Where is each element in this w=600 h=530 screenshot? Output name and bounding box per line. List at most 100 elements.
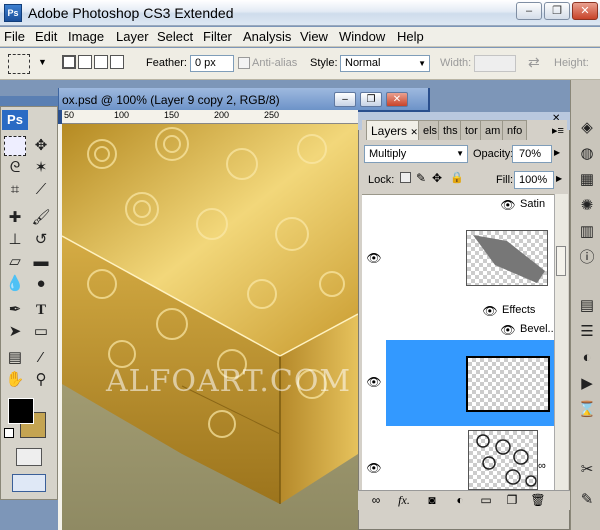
- pen-icon[interactable]: ✒: [4, 300, 26, 320]
- menu-image[interactable]: Image: [68, 29, 104, 44]
- blur-icon[interactable]: 💧: [4, 274, 26, 294]
- link-layers-icon[interactable]: ∞: [368, 493, 384, 507]
- channels-icon[interactable]: ☰: [577, 322, 597, 342]
- default-colors-icon[interactable]: [4, 428, 14, 438]
- foreground-color-swatch[interactable]: [8, 398, 34, 424]
- menu-edit[interactable]: Edit: [35, 29, 57, 44]
- lock-all-icon[interactable]: 🔒: [450, 171, 464, 184]
- swatches-icon[interactable]: ◈: [577, 118, 597, 138]
- effects-label[interactable]: Effects: [502, 304, 535, 316]
- tab-paths[interactable]: ths: [438, 120, 463, 140]
- tab-close-icon[interactable]: ✕: [410, 127, 418, 137]
- layers-icon[interactable]: ▤: [577, 296, 597, 316]
- gradient-icon[interactable]: ▬: [30, 252, 52, 272]
- maximize-button[interactable]: ❐: [544, 2, 570, 20]
- magic-wand-icon[interactable]: ✶: [30, 158, 52, 178]
- shape-icon[interactable]: ▭: [30, 322, 52, 342]
- effect-satin[interactable]: Satin: [520, 198, 545, 210]
- quick-mask-icon[interactable]: [16, 448, 42, 466]
- type-icon[interactable]: T: [30, 300, 52, 320]
- color-icon[interactable]: ◍: [577, 144, 597, 164]
- brush-icon[interactable]: 🖌: [30, 208, 52, 228]
- fill-slider-icon[interactable]: ▶: [556, 174, 562, 183]
- menu-file[interactable]: File: [4, 29, 25, 44]
- info-icon[interactable]: ⓘ: [577, 248, 597, 268]
- chevron-down-icon[interactable]: ▼: [38, 57, 47, 67]
- lock-position-icon[interactable]: ✥: [432, 171, 442, 185]
- close-button[interactable]: ✕: [572, 2, 598, 20]
- width-input[interactable]: [474, 55, 516, 72]
- adjustment-layer-icon[interactable]: ◐: [452, 493, 468, 507]
- history-icon[interactable]: ⌛: [577, 400, 597, 420]
- document-canvas[interactable]: [62, 124, 358, 530]
- doc-close-button[interactable]: ✕: [386, 92, 408, 107]
- delete-layer-icon[interactable]: 🗑: [530, 493, 546, 507]
- menu-layer[interactable]: Layer: [116, 29, 149, 44]
- opacity-input[interactable]: 70%: [512, 145, 552, 163]
- eye-icon[interactable]: 👁: [482, 305, 498, 317]
- marquee-icon[interactable]: [4, 136, 26, 156]
- slice-icon[interactable]: ⟋: [30, 180, 52, 200]
- lock-transparency-icon[interactable]: [400, 172, 411, 183]
- subtract-selection-icon[interactable]: [94, 55, 108, 69]
- fill-input[interactable]: 100%: [514, 171, 554, 189]
- lasso-icon[interactable]: ᘓ: [4, 158, 26, 178]
- brushes-icon[interactable]: ✎: [577, 490, 597, 510]
- notes-icon[interactable]: ▤: [4, 348, 26, 368]
- path-select-icon[interactable]: ➤: [4, 322, 26, 342]
- doc-maximize-button[interactable]: ❐: [360, 92, 382, 107]
- zoom-icon[interactable]: ⚲: [30, 370, 52, 390]
- add-selection-icon[interactable]: [78, 55, 92, 69]
- hand-icon[interactable]: ✋: [4, 370, 26, 390]
- add-mask-icon[interactable]: ◙: [424, 493, 440, 507]
- effect-bevel[interactable]: Bevel...: [520, 323, 557, 335]
- menu-window[interactable]: Window: [339, 29, 385, 44]
- fx-icon[interactable]: fx.: [396, 493, 412, 507]
- tab-info[interactable]: nfo: [502, 120, 528, 140]
- navigator-icon[interactable]: ✺: [577, 196, 597, 216]
- layer-thumbnail[interactable]: [466, 230, 548, 286]
- tools-panel-header[interactable]: [0, 96, 58, 106]
- tab-layers[interactable]: Layers ✕: [366, 120, 423, 140]
- eye-icon[interactable]: 👁: [500, 324, 516, 336]
- blend-mode-select[interactable]: Multiply ▼: [364, 145, 468, 163]
- move-icon[interactable]: ✥: [30, 136, 52, 156]
- history-brush-icon[interactable]: ↺: [30, 230, 52, 250]
- tools-preset-icon[interactable]: ✂: [577, 460, 597, 480]
- menu-filter[interactable]: Filter: [203, 29, 232, 44]
- new-selection-icon[interactable]: [62, 55, 76, 69]
- feather-input[interactable]: 0 px: [190, 55, 234, 72]
- panel-menu-icon[interactable]: ▸≡: [552, 124, 564, 137]
- layer-thumbnail-pattern[interactable]: [468, 430, 538, 490]
- crop-icon[interactable]: ⌗: [4, 180, 26, 200]
- menu-help[interactable]: Help: [397, 29, 424, 44]
- eye-icon[interactable]: 👁: [500, 199, 516, 211]
- scrollbar-thumb[interactable]: [556, 246, 566, 276]
- dodge-icon[interactable]: ●: [30, 274, 52, 294]
- eye-icon[interactable]: 👁: [366, 462, 382, 474]
- layers-scrollbar[interactable]: [554, 194, 568, 490]
- menu-analysis[interactable]: Analysis: [243, 29, 291, 44]
- screen-mode-icon[interactable]: [12, 474, 46, 492]
- stamp-icon[interactable]: ⊥: [4, 230, 26, 250]
- new-group-icon[interactable]: ▭: [478, 493, 494, 507]
- doc-minimize-button[interactable]: –: [334, 92, 356, 107]
- opacity-slider-icon[interactable]: ▶: [554, 148, 560, 157]
- styles-icon[interactable]: ▦: [577, 170, 597, 190]
- lock-image-icon[interactable]: ✎: [416, 171, 426, 185]
- layer-thumbnail-selected[interactable]: [466, 356, 550, 412]
- antialias-checkbox[interactable]: [238, 57, 250, 69]
- new-layer-icon[interactable]: ❐: [504, 493, 520, 507]
- menu-select[interactable]: Select: [157, 29, 193, 44]
- swap-icon[interactable]: ⇄: [528, 54, 540, 71]
- healing-icon[interactable]: ✚: [4, 208, 26, 228]
- marquee-preset-icon[interactable]: [8, 54, 30, 74]
- eye-icon[interactable]: 👁: [366, 252, 382, 264]
- intersect-selection-icon[interactable]: [110, 55, 124, 69]
- menu-view[interactable]: View: [300, 29, 328, 44]
- histogram-icon[interactable]: ▥: [577, 222, 597, 242]
- style-select[interactable]: Normal ▼: [340, 55, 430, 72]
- paths-icon[interactable]: ◐: [577, 348, 597, 368]
- eye-icon[interactable]: 👁: [366, 376, 382, 388]
- eyedropper-icon[interactable]: ⁄: [30, 348, 52, 368]
